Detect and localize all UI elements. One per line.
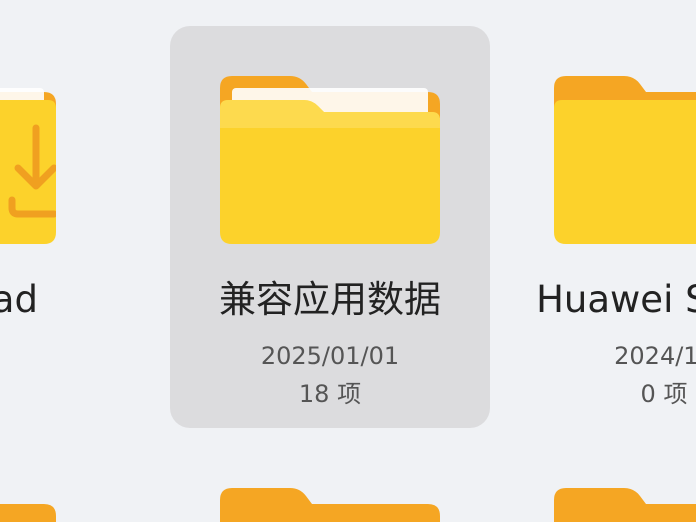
folder-name: Download: [0, 278, 38, 321]
folder-icon: [220, 58, 440, 244]
folder-date: 今天: [0, 340, 106, 372]
folder-icon: [554, 58, 696, 244]
folder-icon: [0, 58, 56, 244]
folder-tile-huawei-share[interactable]: Huawei Share 2024/12 0 项: [504, 0, 696, 522]
folder-item-count: 0 项: [640, 380, 688, 408]
folder-name: 兼容应用数据: [219, 278, 441, 321]
file-manager-grid: Download 今天 项 兼容应用数据 2025/01/01 18 项: [0, 0, 696, 522]
folder-item-count: 项: [0, 378, 106, 410]
folder-date: 2024/12: [614, 342, 696, 370]
folder-tile-download[interactable]: Download 今天 项: [0, 0, 106, 522]
folder-date: 2025/01/01: [260, 342, 400, 370]
folder-icon: [554, 484, 696, 522]
folder-item-count: 18 项: [298, 380, 362, 408]
folder-tile-compat-app-data[interactable]: 兼容应用数据 2025/01/01 18 项: [170, 0, 490, 522]
folder-name: Huawei Share: [536, 278, 696, 321]
folder-icon: [220, 484, 440, 522]
folder-icon: [0, 484, 56, 522]
